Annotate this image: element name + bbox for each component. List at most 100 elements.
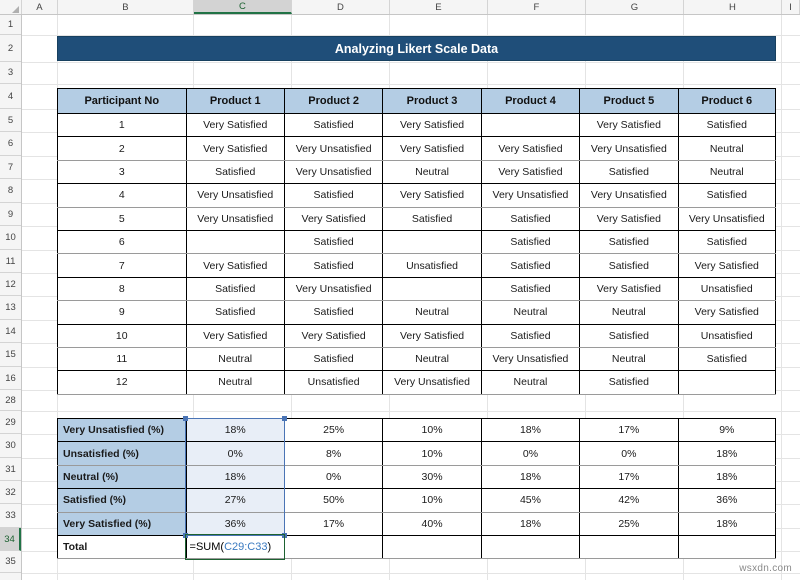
row-header-30[interactable]: 30 [0, 434, 21, 458]
rating-cell[interactable]: Very Unsatisfied [186, 184, 284, 207]
row-header-32[interactable]: 32 [0, 481, 21, 504]
rating-cell[interactable]: Very Satisfied [186, 137, 284, 160]
rating-cell[interactable]: Very Satisfied [186, 254, 284, 277]
percentage-row-label[interactable]: Very Unsatisfied (%) [58, 419, 187, 442]
participant-no-cell[interactable]: 9 [58, 301, 187, 324]
row-header-34[interactable]: 34 [0, 528, 21, 551]
rating-cell[interactable]: Neutral [383, 160, 481, 183]
rating-cell[interactable]: Very Unsatisfied [580, 137, 678, 160]
rating-cell[interactable]: Satisfied [678, 230, 775, 253]
row-header-1[interactable]: 1 [0, 15, 21, 35]
row-header-29[interactable]: 29 [0, 411, 21, 434]
column-header-b[interactable]: B [58, 0, 194, 14]
percentage-value-cell[interactable]: 18% [186, 465, 284, 488]
rating-cell[interactable]: Neutral [383, 347, 481, 370]
row-header-7[interactable]: 7 [0, 156, 21, 179]
rating-cell[interactable] [678, 371, 775, 394]
rating-cell[interactable]: Unsatisfied [678, 277, 775, 300]
rating-cell[interactable]: Satisfied [186, 160, 284, 183]
rating-cell[interactable]: Very Satisfied [383, 324, 481, 347]
formula-entry-cell[interactable]: =SUM(C29:C33) [186, 535, 284, 558]
rating-cell[interactable]: Neutral [383, 301, 481, 324]
row-header-2[interactable]: 2 [0, 35, 21, 62]
percentage-value-cell[interactable]: 18% [481, 465, 579, 488]
percentage-value-cell[interactable]: 10% [383, 419, 481, 442]
row-header-5[interactable]: 5 [0, 109, 21, 132]
rating-cell[interactable]: Satisfied [678, 114, 775, 137]
rating-cell[interactable]: Very Satisfied [284, 207, 382, 230]
rating-cell[interactable]: Very Unsatisfied [284, 160, 382, 183]
row-header-33[interactable]: 33 [0, 504, 21, 528]
rating-cell[interactable]: Very Satisfied [580, 277, 678, 300]
percentage-value-cell[interactable]: 8% [284, 442, 382, 465]
participant-no-cell[interactable]: 7 [58, 254, 187, 277]
percentage-value-cell[interactable] [284, 535, 382, 558]
rating-cell[interactable]: Neutral [678, 137, 775, 160]
percentage-value-cell[interactable]: 42% [580, 489, 678, 512]
percentage-row-label[interactable]: Satisfied (%) [58, 489, 187, 512]
rating-cell[interactable]: Neutral [678, 160, 775, 183]
row-header-8[interactable]: 8 [0, 179, 21, 203]
rating-cell[interactable]: Very Satisfied [383, 114, 481, 137]
rating-cell[interactable]: Very Unsatisfied [678, 207, 775, 230]
rating-cell[interactable] [481, 114, 579, 137]
rating-cell[interactable]: Neutral [580, 347, 678, 370]
participant-no-cell[interactable]: 10 [58, 324, 187, 347]
percentage-row-label[interactable]: Total [58, 535, 187, 558]
row-header-31[interactable]: 31 [0, 458, 21, 481]
row-header-11[interactable]: 11 [0, 250, 21, 273]
rating-cell[interactable]: Satisfied [580, 254, 678, 277]
percentage-value-cell[interactable]: 18% [678, 465, 775, 488]
percentage-value-cell[interactable]: 27% [186, 489, 284, 512]
rating-cell[interactable]: Very Satisfied [678, 301, 775, 324]
percentage-row-label[interactable]: Very Satisfied (%) [58, 512, 187, 535]
rating-cell[interactable]: Very Unsatisfied [481, 184, 579, 207]
participant-no-cell[interactable]: 1 [58, 114, 187, 137]
rating-cell[interactable]: Very Satisfied [186, 114, 284, 137]
rating-cell[interactable]: Very Unsatisfied [481, 347, 579, 370]
rating-cell[interactable]: Neutral [580, 301, 678, 324]
rating-cell[interactable]: Satisfied [678, 347, 775, 370]
rating-cell[interactable]: Satisfied [186, 277, 284, 300]
column-header-a[interactable]: A [22, 0, 58, 14]
row-header-10[interactable]: 10 [0, 226, 21, 250]
rating-cell[interactable]: Very Satisfied [580, 114, 678, 137]
percentage-value-cell[interactable]: 50% [284, 489, 382, 512]
rating-cell[interactable]: Very Satisfied [284, 324, 382, 347]
rating-cell[interactable]: Satisfied [481, 207, 579, 230]
rating-cell[interactable]: Satisfied [284, 347, 382, 370]
percentage-value-cell[interactable]: 17% [580, 419, 678, 442]
rating-cell[interactable]: Unsatisfied [383, 254, 481, 277]
percentage-value-cell[interactable]: 18% [186, 419, 284, 442]
percentage-value-cell[interactable]: 0% [284, 465, 382, 488]
rating-cell[interactable]: Very Satisfied [383, 137, 481, 160]
percentage-value-cell[interactable]: 10% [383, 442, 481, 465]
rating-cell[interactable]: Very Unsatisfied [284, 277, 382, 300]
rating-cell[interactable]: Satisfied [580, 230, 678, 253]
rating-cell[interactable]: Satisfied [481, 277, 579, 300]
rating-cell[interactable]: Satisfied [284, 254, 382, 277]
percentage-value-cell[interactable]: 36% [678, 489, 775, 512]
row-header-9[interactable]: 9 [0, 203, 21, 226]
rating-cell[interactable]: Satisfied [284, 114, 382, 137]
participant-no-cell[interactable]: 5 [58, 207, 187, 230]
rating-cell[interactable]: Very Satisfied [383, 184, 481, 207]
participant-no-cell[interactable]: 3 [58, 160, 187, 183]
rating-cell[interactable]: Very Satisfied [580, 207, 678, 230]
participant-no-cell[interactable]: 11 [58, 347, 187, 370]
participant-no-cell[interactable]: 6 [58, 230, 187, 253]
row-header-15[interactable]: 15 [0, 343, 21, 367]
percentage-value-cell[interactable]: 18% [481, 512, 579, 535]
percentage-value-cell[interactable]: 18% [678, 512, 775, 535]
column-header-f[interactable]: F [488, 0, 586, 14]
column-header-h[interactable]: H [684, 0, 782, 14]
rating-cell[interactable]: Neutral [186, 347, 284, 370]
rating-cell[interactable] [383, 277, 481, 300]
rating-cell[interactable]: Satisfied [284, 230, 382, 253]
percentage-value-cell[interactable] [383, 535, 481, 558]
row-header-6[interactable]: 6 [0, 132, 21, 156]
participant-no-cell[interactable]: 8 [58, 277, 187, 300]
row-header-16[interactable]: 16 [0, 367, 21, 390]
rating-cell[interactable]: Very Satisfied [186, 324, 284, 347]
percentage-value-cell[interactable]: 9% [678, 419, 775, 442]
